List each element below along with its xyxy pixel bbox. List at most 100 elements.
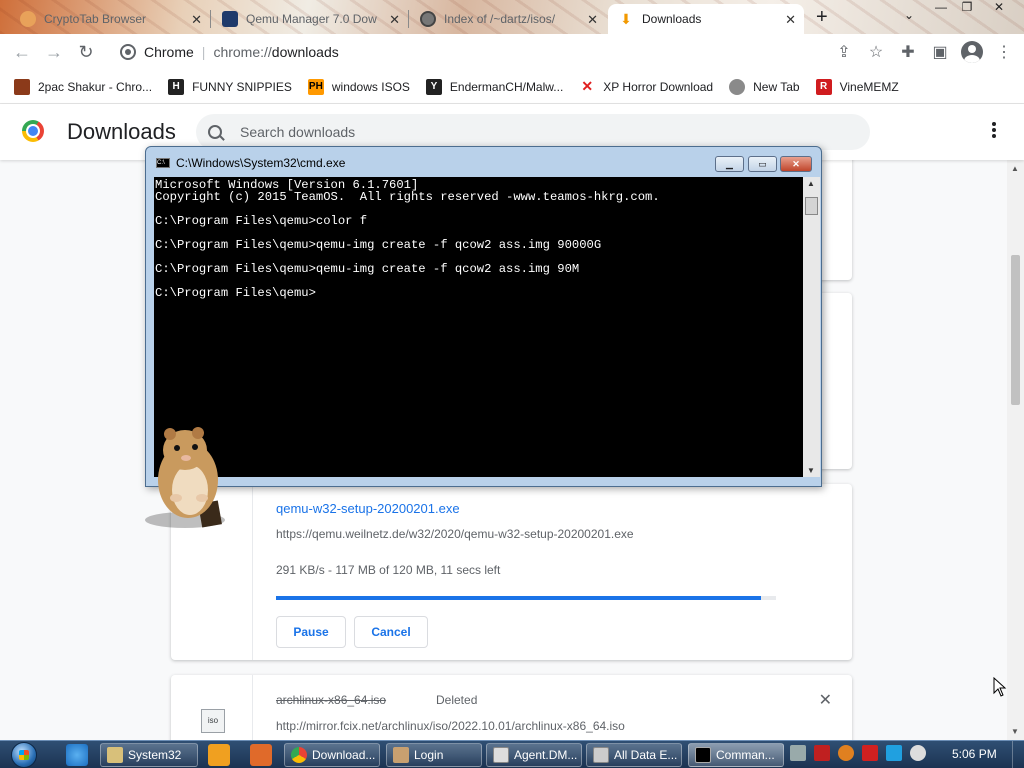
pinned-app-icon[interactable] — [250, 744, 272, 766]
profile-button[interactable] — [956, 36, 988, 68]
windows-taskbar: System32 Download... Login Agent.DM... A… — [0, 740, 1024, 768]
bookmarks-bar: 2pac Shakur - Chro... H FUNNY SNIPPIES P… — [0, 70, 1024, 104]
cmd-console-output[interactable]: Microsoft Windows [Version 6.1.7601] Cop… — [154, 177, 803, 477]
taskbar-item-all-data[interactable]: All Data E... — [586, 743, 682, 767]
page-scrollbar[interactable]: ▲ ▼ — [1007, 160, 1024, 740]
show-desktop-button[interactable] — [1012, 741, 1024, 768]
avatar — [961, 41, 983, 63]
bookmark-xp-horror[interactable]: ✕ XP Horror Download — [579, 78, 713, 95]
scroll-up-arrow-icon[interactable]: ▲ — [1011, 164, 1019, 173]
taskbar-item-login[interactable]: Login — [386, 743, 482, 767]
tab-separator — [210, 10, 211, 28]
cmd-console-text: Microsoft Windows [Version 6.1.7601] Cop… — [155, 178, 660, 300]
taskbar-item-label: Login — [414, 748, 444, 762]
yp-favicon-icon: Y — [425, 78, 442, 95]
downloads-menu-kebab-icon[interactable] — [992, 122, 996, 140]
taskbar-item-system32[interactable]: System32 — [100, 743, 198, 767]
tab-title: Index of /~dartz/isos/ — [444, 12, 556, 26]
cancel-button[interactable]: Cancel — [354, 616, 428, 648]
bookmark-label: EndermanCH/Malw... — [449, 79, 564, 94]
url-host: downloads — [271, 44, 339, 60]
restore-button[interactable]: ❐ — [954, 0, 980, 18]
chrome-site-icon — [120, 44, 136, 60]
address-bar[interactable]: Chrome | chrome:// downloads — [108, 38, 808, 66]
cmd-scroll-down-icon[interactable]: ▼ — [807, 466, 815, 475]
browser-menu-kebab-icon[interactable]: ⋮ — [988, 36, 1020, 68]
taskbar-clock[interactable]: 5:06 PM — [952, 747, 997, 761]
media-player-icon[interactable] — [208, 744, 230, 766]
windows-orb-icon — [11, 742, 37, 768]
internet-explorer-icon[interactable] — [66, 744, 88, 766]
tab-downloads[interactable]: ⬇ Downloads ✕ — [608, 4, 804, 34]
cmd-maximize-button[interactable]: ▭ — [748, 156, 777, 172]
extensions-puzzle-icon[interactable]: ✚ — [892, 36, 924, 68]
bookmark-vinememz[interactable]: R VineMEMZ — [815, 78, 899, 95]
cmd-scrollbar-thumb[interactable] — [805, 197, 818, 215]
bookmark-star-icon[interactable]: ☆ — [860, 36, 892, 68]
start-button[interactable] — [6, 741, 46, 768]
minimize-button[interactable]: — — [928, 0, 954, 18]
page-title: Downloads — [67, 119, 176, 144]
ph-favicon-icon: PH — [307, 78, 324, 95]
tray-volume-icon[interactable] — [910, 745, 926, 761]
2pac-favicon-icon — [14, 78, 30, 95]
forward-arrow-icon[interactable]: → — [38, 36, 70, 68]
remove-from-list-button[interactable]: ✕ — [819, 690, 832, 710]
cmd-titlebar[interactable]: C:\ C:\Windows\System32\cmd.exe — [156, 156, 345, 170]
new-tab-button[interactable]: + — [816, 6, 828, 29]
tab-cryptotab[interactable]: CryptoTab Browser ✕ — [10, 4, 210, 34]
pause-button[interactable]: Pause — [276, 616, 346, 648]
taskbar-item-command-prompt[interactable]: Comman... — [688, 743, 784, 767]
taskbar-item-label: System32 — [128, 748, 182, 762]
bookmark-funny-snippies[interactable]: H FUNNY SNIPPIES — [168, 78, 292, 95]
cmd-scrollbar[interactable]: ▲ ▼ — [803, 177, 820, 477]
tray-flag-icon[interactable] — [862, 745, 878, 761]
mouse-cursor-icon — [993, 677, 1007, 697]
tray-app-icon[interactable] — [790, 745, 806, 761]
tab-close-icon[interactable]: ✕ — [785, 12, 796, 28]
download-filename-link[interactable]: qemu-w32-setup-20200201.exe — [276, 501, 460, 516]
browser-toolbar: ← → ↻ Chrome | chrome:// downloads ⇪ ☆ ✚… — [0, 34, 1024, 70]
bookmark-endermanch[interactable]: Y EndermanCH/Malw... — [425, 78, 564, 95]
chrome-logo-icon — [22, 120, 44, 142]
close-window-button[interactable]: ✕ — [986, 0, 1012, 18]
bookmark-2pac[interactable]: 2pac Shakur - Chro... — [14, 78, 153, 95]
reload-icon[interactable]: ↻ — [70, 36, 102, 68]
cmd-scroll-up-icon[interactable]: ▲ — [807, 179, 815, 188]
tray-v-icon[interactable] — [814, 745, 830, 761]
tray-monitor-icon[interactable] — [886, 745, 902, 761]
search-input[interactable] — [240, 124, 840, 140]
cmd-minimize-button[interactable]: ▁ — [715, 156, 744, 172]
tab-qemu-manager[interactable]: Qemu Manager 7.0 Dow ✕ — [212, 4, 408, 34]
download-url[interactable]: https://qemu.weilnetz.de/w32/2020/qemu-w… — [276, 527, 634, 541]
back-arrow-icon[interactable]: ← — [6, 36, 38, 68]
globe-favicon-icon — [420, 11, 436, 27]
cmd-close-button[interactable]: ✕ — [780, 156, 812, 172]
tray-search-icon[interactable] — [838, 745, 854, 761]
cmd-title-text: C:\Windows\System32\cmd.exe — [176, 156, 346, 170]
window-icon — [593, 747, 609, 763]
scrollbar-thumb[interactable] — [1011, 255, 1020, 405]
taskbar-item-agent[interactable]: Agent.DM... — [486, 743, 582, 767]
tab-search-chevron-icon[interactable]: ⌄ — [896, 8, 922, 26]
agent-icon — [493, 747, 509, 763]
scroll-down-arrow-icon[interactable]: ▼ — [1011, 727, 1019, 736]
bookmark-new-tab[interactable]: New Tab — [729, 78, 800, 95]
search-downloads-field[interactable] — [196, 114, 870, 150]
download-progress-bar — [276, 596, 776, 600]
tab-close-icon[interactable]: ✕ — [389, 12, 400, 28]
side-panel-icon[interactable]: ▣ — [924, 36, 956, 68]
taskbar-item-downloads[interactable]: Download... — [284, 743, 380, 767]
tab-index-of-isos[interactable]: Index of /~dartz/isos/ ✕ — [410, 4, 606, 34]
bookmark-label: 2pac Shakur - Chro... — [38, 79, 153, 94]
download-status: 291 KB/s - 117 MB of 120 MB, 11 secs lef… — [276, 563, 501, 577]
tab-separator — [408, 10, 409, 28]
share-icon[interactable]: ⇪ — [828, 36, 860, 68]
tab-close-icon[interactable]: ✕ — [191, 12, 202, 28]
tab-close-icon[interactable]: ✕ — [587, 12, 598, 28]
deleted-filename: archlinux-x86_64.iso — [276, 693, 387, 707]
hamster-desktop-pet-icon[interactable] — [140, 420, 230, 530]
chrome-icon — [291, 747, 307, 763]
cmd-window[interactable]: C:\ C:\Windows\System32\cmd.exe ▁ ▭ ✕ Mi… — [145, 146, 822, 487]
bookmark-windows-isos[interactable]: PH windows ISOS — [307, 78, 410, 95]
